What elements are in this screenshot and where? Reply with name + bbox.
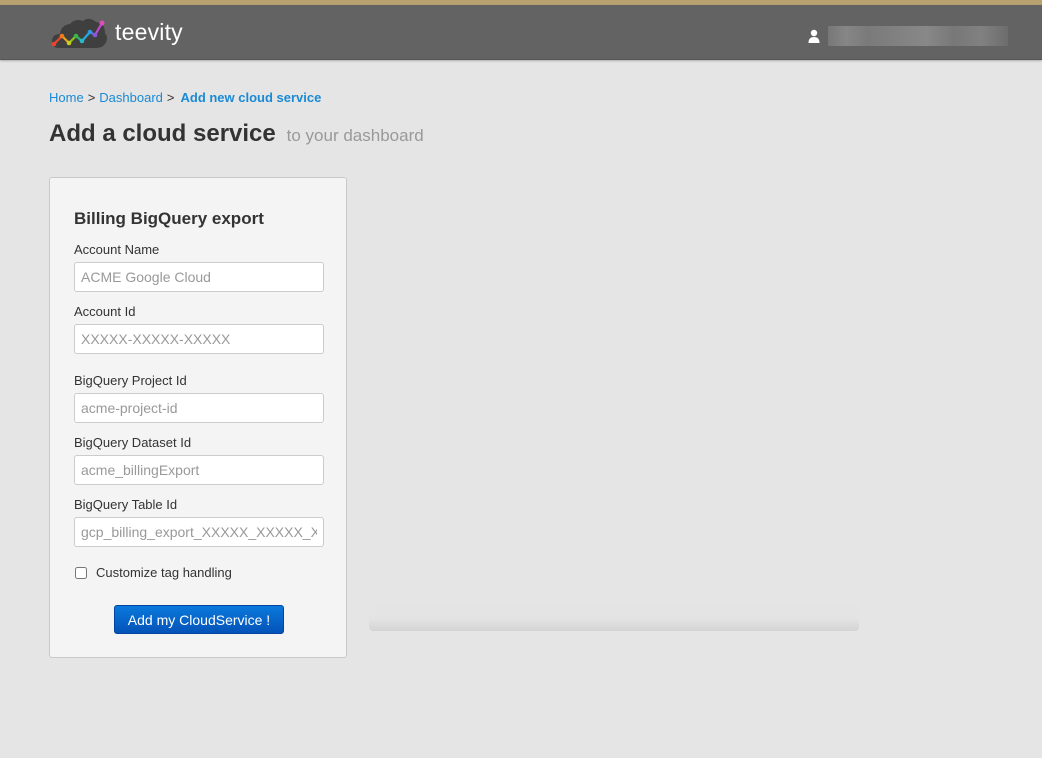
breadcrumb-dashboard[interactable]: Dashboard bbox=[99, 90, 163, 105]
page-title-main: Add a cloud service bbox=[49, 120, 276, 147]
breadcrumb: Home > Dashboard > Add new cloud service bbox=[49, 90, 321, 105]
dataset-id-input[interactable] bbox=[74, 455, 324, 485]
page-title: Add a cloud service to your dashboard bbox=[49, 112, 424, 149]
customize-tags-checkbox[interactable] bbox=[75, 566, 87, 579]
account-name-label: Account Name bbox=[74, 242, 160, 257]
breadcrumb-separator: > bbox=[87, 90, 96, 105]
navbar: teevity bbox=[0, 5, 1042, 60]
customize-tags-row: Customize tag handling bbox=[74, 565, 232, 580]
breadcrumb-separator: > bbox=[166, 90, 175, 105]
account-name-input[interactable] bbox=[74, 262, 324, 292]
breadcrumb-current: Add new cloud service bbox=[180, 90, 322, 105]
brand-name[interactable]: teevity bbox=[115, 19, 183, 46]
account-id-label: Account Id bbox=[74, 304, 136, 319]
user-name-redacted[interactable] bbox=[828, 26, 1008, 46]
bigquery-export-form: Billing BigQuery export Account Name Acc… bbox=[49, 177, 347, 658]
table-id-label: BigQuery Table Id bbox=[74, 497, 178, 512]
account-id-input[interactable] bbox=[74, 324, 324, 354]
dataset-id-label: BigQuery Dataset Id bbox=[74, 435, 192, 450]
page-title-subtitle: to your dashboard bbox=[286, 126, 424, 145]
user-icon bbox=[808, 29, 820, 43]
form-title: Billing BigQuery export bbox=[74, 209, 264, 228]
add-cloud-service-button[interactable]: Add my CloudService ! bbox=[114, 605, 284, 634]
customize-tags-label[interactable]: Customize tag handling bbox=[96, 565, 232, 580]
table-id-input[interactable] bbox=[74, 517, 324, 547]
cloud-rainbow-chart-icon[interactable] bbox=[49, 16, 109, 52]
user-menu[interactable] bbox=[808, 26, 1008, 46]
project-id-input[interactable] bbox=[74, 393, 324, 423]
progress-bar bbox=[369, 604, 859, 631]
project-id-label: BigQuery Project Id bbox=[74, 373, 187, 388]
breadcrumb-home[interactable]: Home bbox=[49, 90, 84, 105]
